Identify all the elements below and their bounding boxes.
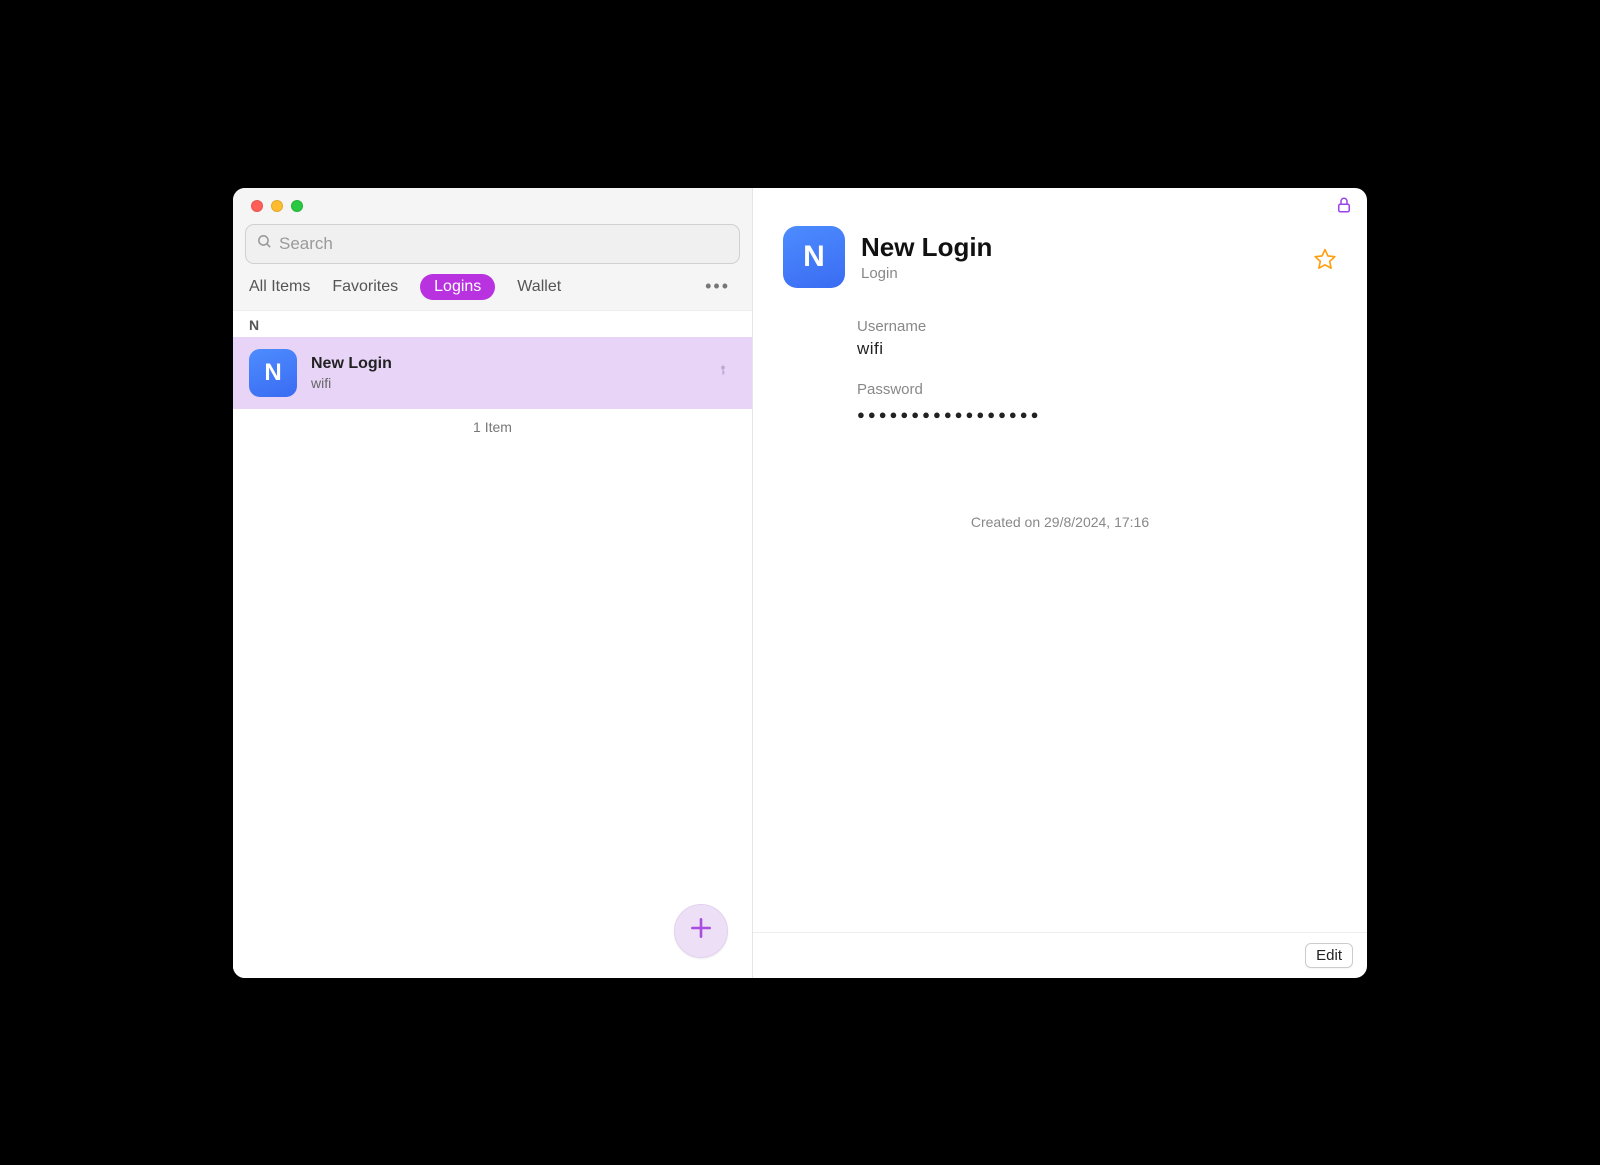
edit-button[interactable]: Edit xyxy=(1305,943,1353,968)
password-value-masked: ●●●●●●●●●●●●●●●●● xyxy=(857,407,1337,422)
tab-favorites[interactable]: Favorites xyxy=(332,274,398,300)
window-maximize-button[interactable] xyxy=(291,200,303,212)
plus-icon xyxy=(688,915,714,946)
created-timestamp: Created on 29/8/2024, 17:16 xyxy=(753,514,1367,530)
username-field[interactable]: Username wifi xyxy=(857,308,1337,371)
tab-all-items[interactable]: All Items xyxy=(249,274,310,300)
search-field[interactable] xyxy=(245,224,740,264)
item-text: New Login wifi xyxy=(311,355,702,391)
add-item-button[interactable] xyxy=(674,904,728,958)
item-avatar: N xyxy=(249,349,297,397)
username-label: Username xyxy=(857,318,1337,335)
search-container xyxy=(233,224,752,270)
more-tabs-button[interactable]: ••• xyxy=(705,276,736,297)
item-list: N N New Login wifi 1 Item xyxy=(233,310,752,978)
username-value: wifi xyxy=(857,339,1337,359)
item-title: New Login xyxy=(311,355,702,373)
key-icon xyxy=(716,364,730,381)
list-section-header: N xyxy=(233,311,752,337)
password-label: Password xyxy=(857,381,1337,398)
detail-avatar: N xyxy=(783,226,845,288)
search-icon xyxy=(256,233,273,255)
search-input[interactable] xyxy=(279,234,729,254)
detail-fields: Username wifi Password ●●●●●●●●●●●●●●●●● xyxy=(753,298,1367,434)
app-window: All Items Favorites Logins Wallet ••• N … xyxy=(233,188,1367,978)
item-subtitle: wifi xyxy=(311,375,702,391)
tab-logins[interactable]: Logins xyxy=(420,274,495,300)
favorite-toggle[interactable] xyxy=(1313,247,1337,276)
tab-wallet[interactable]: Wallet xyxy=(517,274,561,300)
lock-app-button[interactable] xyxy=(1335,196,1353,219)
detail-footer: Edit xyxy=(753,932,1367,978)
password-field[interactable]: Password ●●●●●●●●●●●●●●●●● xyxy=(857,371,1337,434)
detail-titleblock: New Login Login xyxy=(861,232,1297,282)
sidebar: All Items Favorites Logins Wallet ••• N … xyxy=(233,188,753,978)
item-count-label: 1 Item xyxy=(233,409,752,445)
category-tabs: All Items Favorites Logins Wallet ••• xyxy=(233,270,752,310)
window-close-button[interactable] xyxy=(251,200,263,212)
detail-title: New Login xyxy=(861,232,1297,263)
detail-header: N New Login Login xyxy=(753,188,1367,298)
window-minimize-button[interactable] xyxy=(271,200,283,212)
window-titlebar xyxy=(233,188,752,224)
detail-type: Login xyxy=(861,265,1297,282)
star-icon xyxy=(1313,258,1337,275)
list-item[interactable]: N New Login wifi xyxy=(233,337,752,409)
detail-pane: N New Login Login Username wifi Password… xyxy=(753,188,1367,978)
